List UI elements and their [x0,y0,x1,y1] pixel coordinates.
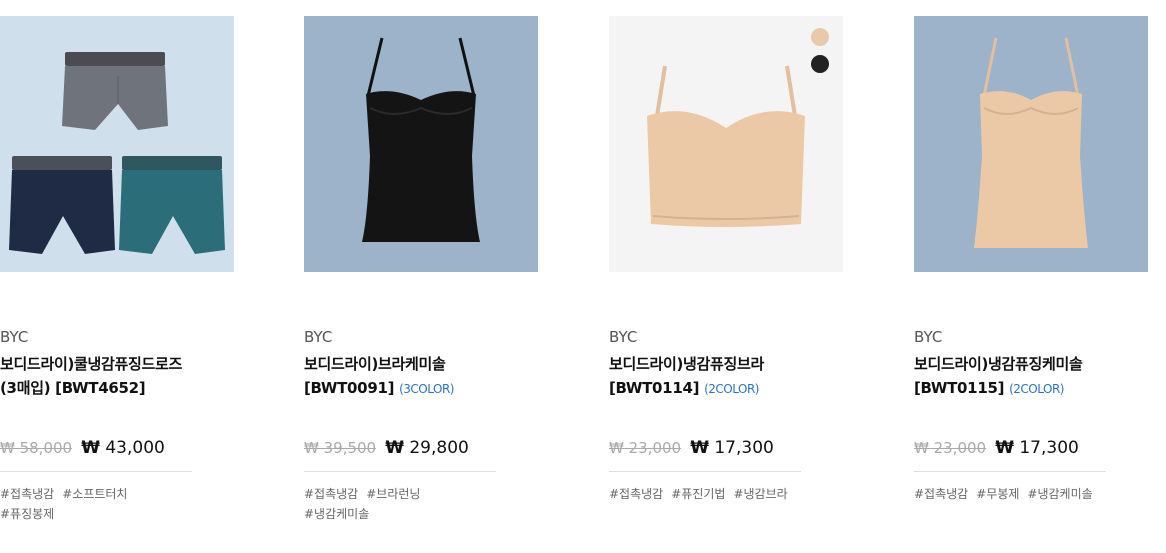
product-name[interactable]: 보디드라이)냉감퓨징브라 [BWT0114] (2COLOR) [609,352,845,401]
product-card[interactable]: BYC 보디드라이)브라케미솔 [BWT0091] (3COLOR) ₩ 39,… [304,16,540,521]
tag[interactable]: #냉감브라 [733,487,787,501]
product-name-line1: 보디드라이)냉감퓨징케미솔 [914,355,1083,373]
divider [914,471,1106,472]
product-card[interactable]: BYC 보디드라이)냉감퓨징케미솔 [BWT0115] (2COLOR) ₩ 2… [914,16,1150,501]
color-count: (3COLOR) [399,382,454,396]
product-name[interactable]: 보디드라이)냉감퓨징케미솔 [BWT0115] (2COLOR) [914,352,1150,401]
brand-label: BYC [0,328,29,346]
divider [304,471,496,472]
product-card[interactable]: BYC 보디드라이)쿨냉감퓨징드로즈 (3매입) [BWT4652] ₩ 58,… [0,16,236,521]
product-name-line2: [BWT0115] [914,379,1005,397]
product-image-bra-camisole[interactable] [304,16,538,272]
tag-list: #접촉냉감 #퓨진기법 #냉감브라 [609,484,809,504]
sale-price: ₩ 17,300 [690,438,774,458]
product-image-boxer-briefs[interactable] [0,16,234,272]
product-name-line1: 보디드라이)냉감퓨징브라 [609,355,765,373]
divider [0,471,192,472]
sale-price: ₩ 43,000 [81,438,165,458]
tag[interactable]: #브라런닝 [366,487,420,501]
product-card[interactable]: BYC 보디드라이)냉감퓨징브라 [BWT0114] (2COLOR) ₩ 23… [609,16,845,501]
product-name-line1: 보디드라이)쿨냉감퓨징드로즈 [0,355,183,373]
tag[interactable]: #냉감케미솔 [1027,487,1092,501]
tag-list: #접촉냉감 #소프트터치 #퓨징봉제 [0,484,200,524]
tag[interactable]: #무봉제 [976,487,1019,501]
product-name[interactable]: 보디드라이)브라케미솔 [BWT0091] (3COLOR) [304,352,540,401]
tag[interactable]: #접촉냉감 [914,487,968,501]
product-name-line2: [BWT0114] [609,379,700,397]
tag[interactable]: #퓨징봉제 [0,507,54,521]
tag[interactable]: #접촉냉감 [304,487,358,501]
tag[interactable]: #접촉냉감 [0,487,54,501]
divider [609,471,801,472]
color-count: (2COLOR) [704,382,759,396]
tag[interactable]: #냉감케미솔 [304,507,369,521]
original-price: ₩ 23,000 [914,439,987,457]
original-price: ₩ 23,000 [609,439,682,457]
tag[interactable]: #소프트터치 [62,487,127,501]
tag[interactable]: #퓨진기법 [671,487,725,501]
product-name[interactable]: 보디드라이)쿨냉감퓨징드로즈 (3매입) [BWT4652] [0,352,236,400]
original-price: ₩ 39,500 [304,439,377,457]
tag-list: #접촉냉감 #무봉제 #냉감케미솔 [914,484,1114,504]
price: ₩ 23,000 ₩ 17,300 [914,437,1079,459]
brand-label: BYC [914,328,943,346]
color-swatch-beige [811,28,829,46]
product-name-line1: 보디드라이)브라케미솔 [304,355,446,373]
color-count: (2COLOR) [1009,382,1064,396]
price: ₩ 58,000 ₩ 43,000 [0,437,165,459]
tag-list: #접촉냉감 #브라런닝 #냉감케미솔 [304,484,504,524]
price: ₩ 23,000 ₩ 17,300 [609,437,774,459]
color-swatch-black [811,55,829,73]
sale-price: ₩ 17,300 [995,438,1079,458]
product-image-camisole[interactable] [914,16,1148,272]
product-name-line2: [BWT0091] [304,379,395,397]
brand-label: BYC [304,328,333,346]
brand-label: BYC [609,328,638,346]
product-image-bra[interactable] [609,16,843,272]
price: ₩ 39,500 ₩ 29,800 [304,437,469,459]
sale-price: ₩ 29,800 [385,438,469,458]
product-name-line2: (3매입) [BWT4652] [0,379,146,397]
tag[interactable]: #접촉냉감 [609,487,663,501]
original-price: ₩ 58,000 [0,439,73,457]
